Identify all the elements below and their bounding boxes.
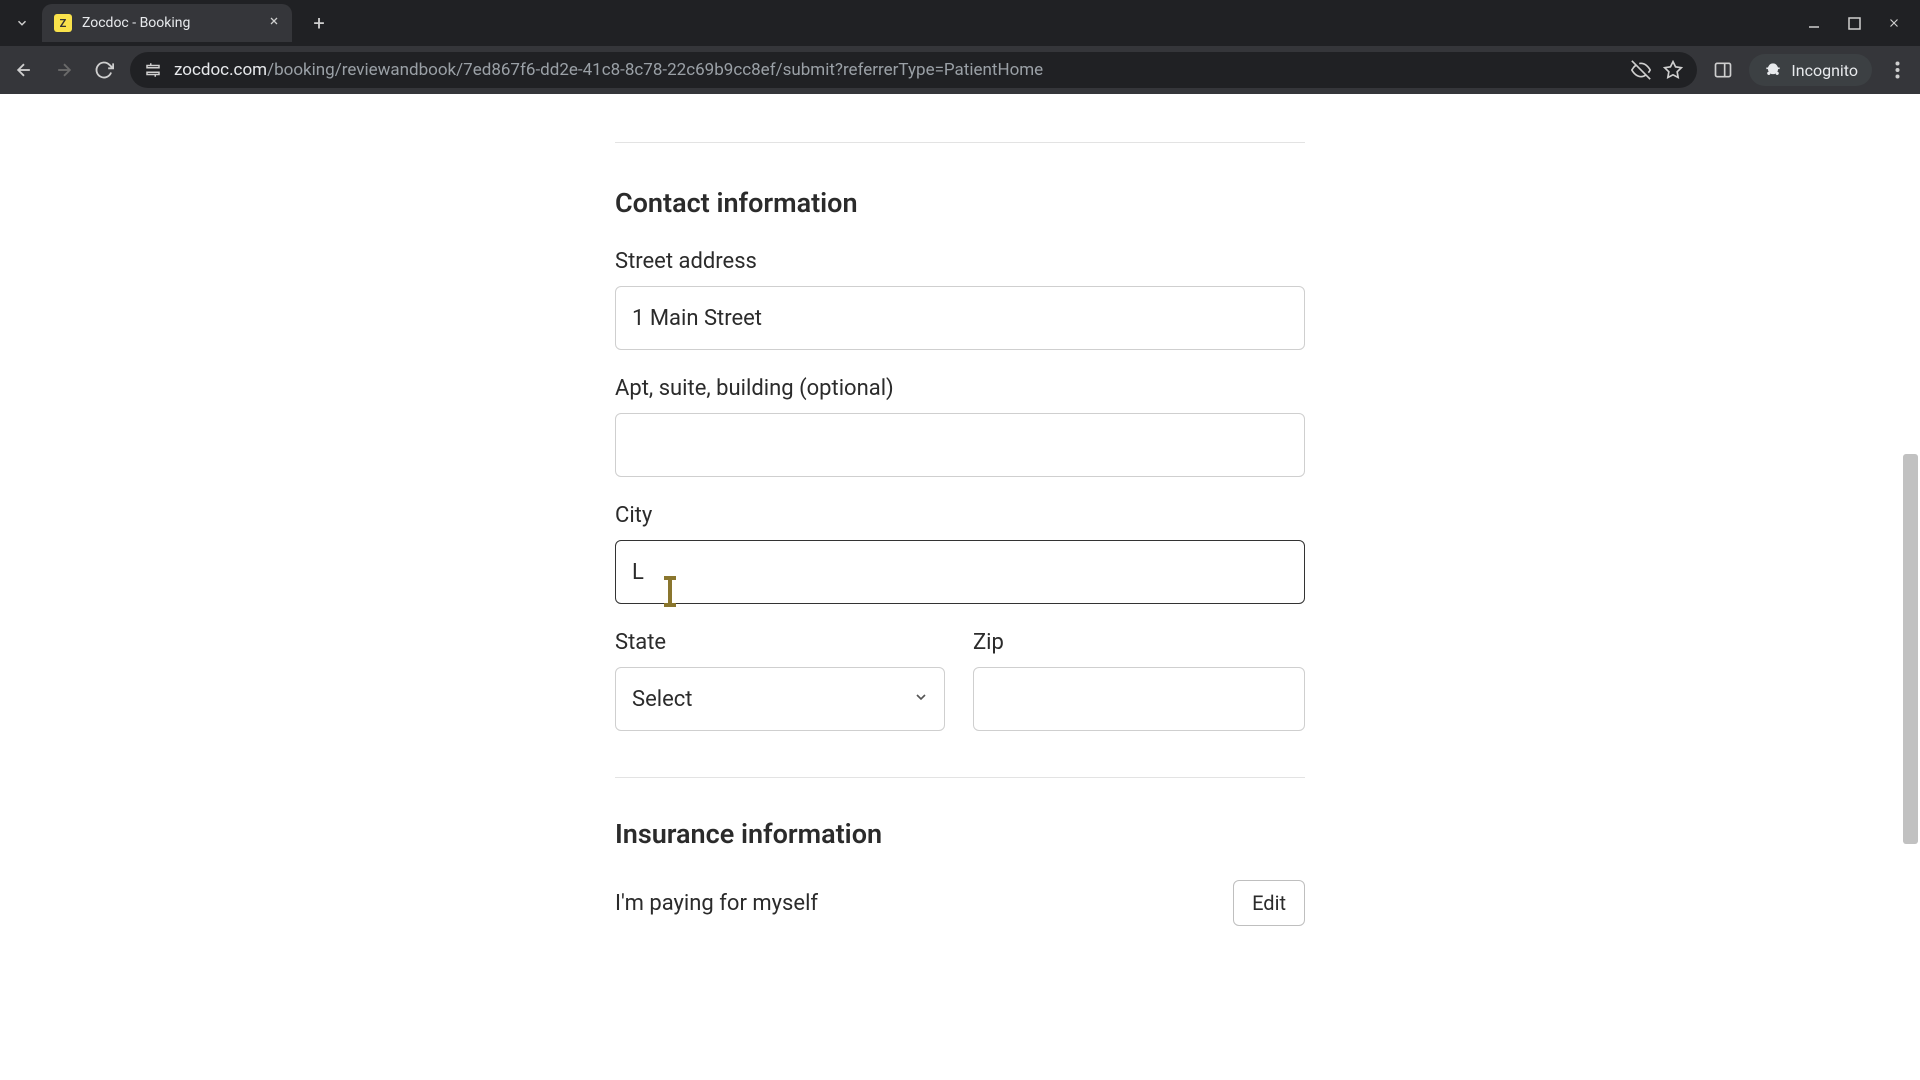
booking-form: Contact information Street address Apt, …	[615, 94, 1305, 926]
page: Contact information Street address Apt, …	[0, 94, 1920, 1080]
close-tab-icon[interactable]	[268, 15, 280, 31]
tracking-blocked-icon[interactable]	[1631, 60, 1651, 80]
zip-input[interactable]	[973, 667, 1305, 731]
browser-tab[interactable]: Z Zocdoc - Booking	[42, 4, 292, 42]
scrollbar-thumb[interactable]	[1903, 454, 1918, 844]
apt-label: Apt, suite, building (optional)	[615, 376, 1305, 401]
side-panel-icon[interactable]	[1709, 56, 1737, 84]
street-label: Street address	[615, 249, 1305, 274]
city-input[interactable]	[615, 540, 1305, 604]
reload-button[interactable]	[90, 56, 118, 84]
contact-section-title: Contact information	[615, 187, 1305, 219]
apt-input[interactable]	[615, 413, 1305, 477]
zip-group: Zip	[973, 630, 1305, 731]
state-select[interactable]: Select	[615, 667, 945, 731]
site-settings-icon[interactable]	[144, 61, 162, 79]
favicon-icon: Z	[54, 14, 72, 32]
close-window-icon[interactable]	[1886, 15, 1902, 31]
zip-label: Zip	[973, 630, 1305, 655]
text-cursor-icon	[668, 579, 672, 604]
url-text: zocdoc.com/booking/reviewandbook/7ed867f…	[174, 60, 1619, 80]
insurance-section-title: Insurance information	[615, 818, 1305, 850]
state-zip-row: State Select Zip	[615, 630, 1305, 731]
section-divider	[615, 142, 1305, 143]
maximize-icon[interactable]	[1846, 15, 1862, 31]
insurance-divider	[615, 777, 1305, 778]
incognito-label: Incognito	[1791, 61, 1858, 80]
back-button[interactable]	[10, 56, 38, 84]
content-area: Contact information Street address Apt, …	[0, 94, 1920, 1080]
browser-toolbar: zocdoc.com/booking/reviewandbook/7ed867f…	[0, 46, 1920, 94]
edit-insurance-button[interactable]: Edit	[1233, 880, 1305, 926]
forward-button[interactable]	[50, 56, 78, 84]
insurance-text: I'm paying for myself	[615, 891, 818, 916]
insurance-section: Insurance information I'm paying for mys…	[615, 777, 1305, 926]
browser-tab-strip: Z Zocdoc - Booking +	[0, 0, 1920, 46]
bookmark-icon[interactable]	[1663, 60, 1683, 80]
street-input[interactable]	[615, 286, 1305, 350]
new-tab-button[interactable]: +	[304, 8, 334, 38]
state-group: State Select	[615, 630, 945, 731]
city-group: City	[615, 503, 1305, 604]
street-group: Street address	[615, 249, 1305, 350]
tab-search-dropdown[interactable]	[8, 9, 36, 37]
browser-menu-icon[interactable]	[1884, 61, 1910, 79]
minimize-icon[interactable]	[1806, 15, 1822, 31]
state-label: State	[615, 630, 945, 655]
state-select-wrap: Select	[615, 667, 945, 731]
incognito-badge[interactable]: Incognito	[1749, 54, 1872, 86]
address-bar[interactable]: zocdoc.com/booking/reviewandbook/7ed867f…	[130, 52, 1697, 88]
tabs-area: Z Zocdoc - Booking +	[0, 0, 334, 46]
toolbar-right: Incognito	[1709, 54, 1910, 86]
scrollbar-track[interactable]	[1903, 94, 1919, 1080]
window-controls	[1806, 0, 1920, 46]
city-label: City	[615, 503, 1305, 528]
insurance-row: I'm paying for myself Edit	[615, 880, 1305, 926]
tab-title: Zocdoc - Booking	[82, 15, 258, 31]
apt-group: Apt, suite, building (optional)	[615, 376, 1305, 477]
